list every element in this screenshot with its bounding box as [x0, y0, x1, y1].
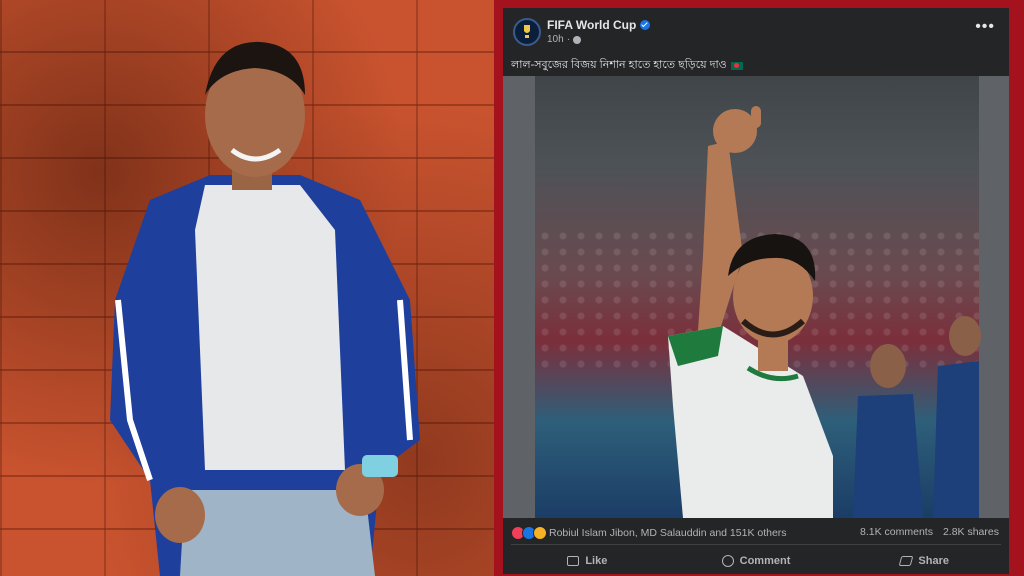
- verified-icon: [640, 20, 651, 30]
- post-header: FIFA World Cup 10h · •••: [503, 8, 1009, 52]
- share-button[interactable]: Share: [840, 548, 1009, 574]
- engagement-counts: 8.1K comments 2.8K shares: [860, 526, 999, 538]
- post-image[interactable]: [503, 76, 1009, 518]
- post-actions: Like Comment Share: [503, 548, 1009, 574]
- reaction-icons: [511, 526, 547, 540]
- comments-count[interactable]: 8.1K comments: [860, 526, 933, 538]
- like-label: Like: [585, 555, 608, 567]
- caption-text: লাল-সবুজের বিজয় নিশান হাতে হাতে ছড়িয়ে…: [511, 59, 727, 71]
- meta-separator: ·: [566, 34, 571, 45]
- shares-count[interactable]: 2.8K shares: [943, 526, 999, 538]
- reactions-text[interactable]: Robiul Islam Jibon, MD Salauddin and 151…: [549, 527, 787, 539]
- thumbs-up-icon: [567, 556, 580, 566]
- man-portrait-photo: [0, 0, 494, 576]
- reactions-summary[interactable]: Robiul Islam Jibon, MD Salauddin and 151…: [511, 526, 787, 540]
- man-figure: [110, 41, 420, 576]
- share-icon: [899, 556, 914, 566]
- page-name[interactable]: FIFA World Cup: [547, 18, 651, 32]
- post-meta: 10h ·: [547, 34, 582, 45]
- like-button[interactable]: Like: [503, 548, 672, 574]
- comment-button[interactable]: Comment: [672, 548, 841, 574]
- share-label: Share: [918, 555, 949, 567]
- comment-icon: [721, 555, 734, 567]
- globe-icon: [573, 35, 582, 44]
- post-caption: লাল-সবুজের বিজয় নিশান হাতে হাতে ছড়িয়ে…: [511, 56, 743, 75]
- post-time[interactable]: 10h: [547, 34, 564, 45]
- flag-icon: [730, 61, 743, 70]
- more-icon[interactable]: •••: [975, 19, 995, 35]
- wow-icon: [533, 526, 547, 540]
- facebook-post: FIFA World Cup 10h · ••• লাল-সবুজের বিজয…: [503, 8, 1009, 574]
- page-name-text[interactable]: FIFA World Cup: [547, 18, 636, 32]
- page-avatar[interactable]: [513, 18, 541, 46]
- footballer-figure: [668, 106, 981, 518]
- divider: [511, 544, 1001, 545]
- trophy-icon: [524, 25, 530, 38]
- comment-label: Comment: [739, 555, 791, 567]
